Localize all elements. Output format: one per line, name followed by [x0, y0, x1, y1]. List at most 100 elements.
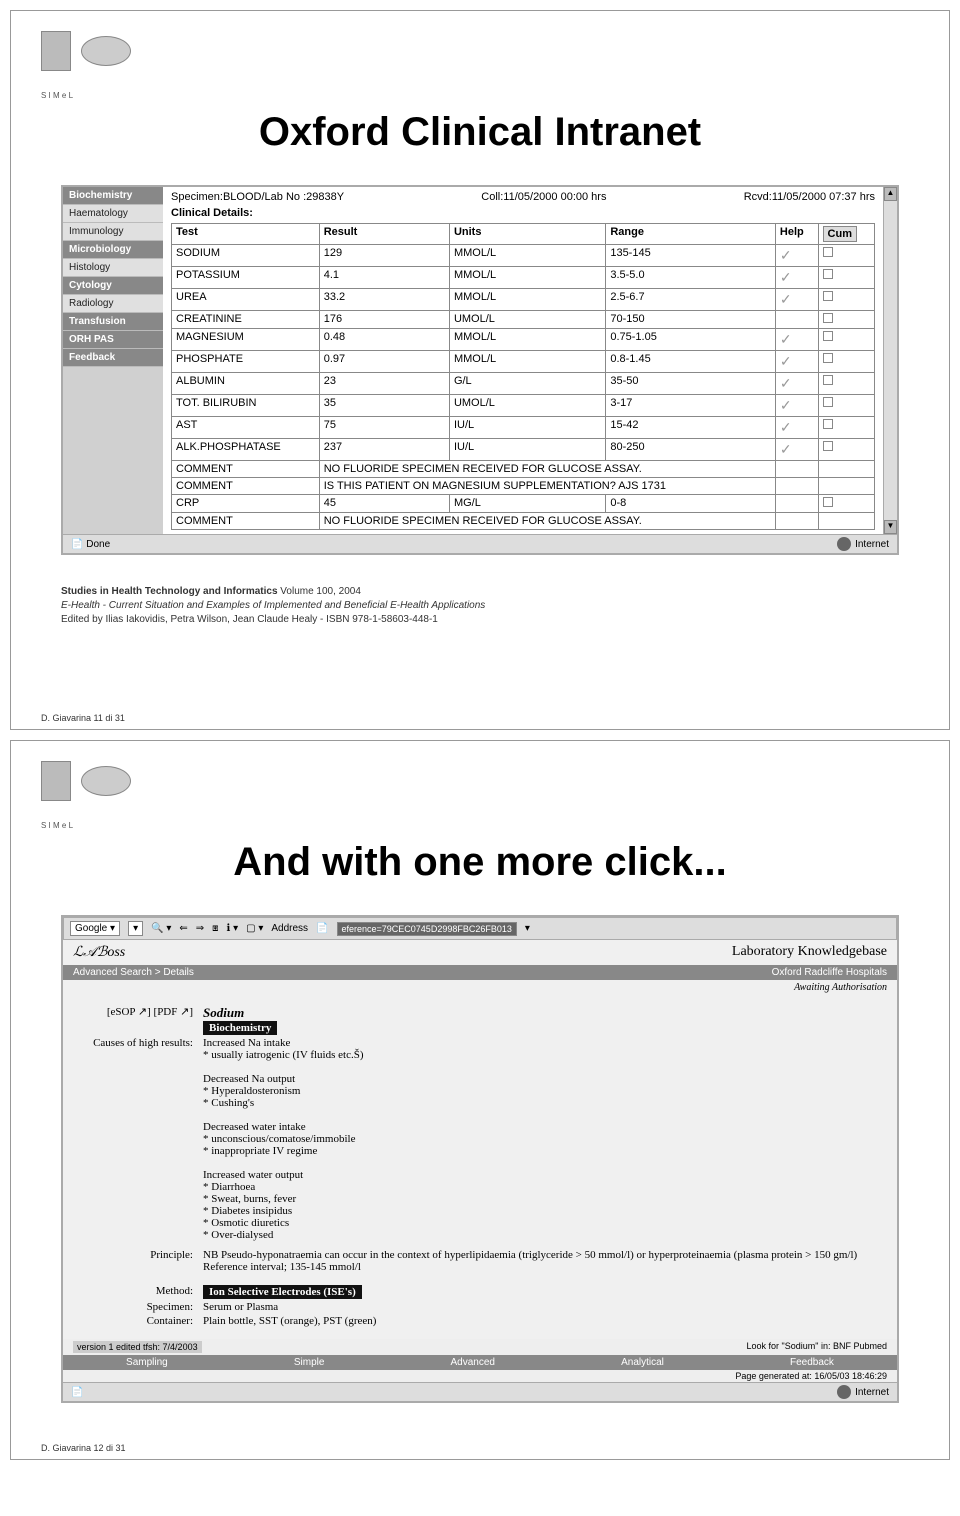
- rcvd-label: Rcvd:11/05/2000 07:37 hrs: [744, 191, 875, 203]
- causes-line: [203, 1109, 867, 1121]
- principle-label: Principle:: [93, 1249, 203, 1273]
- check-icon[interactable]: ✓: [780, 441, 792, 457]
- cell-cum[interactable]: [818, 289, 874, 311]
- cell-units: MMOL/L: [449, 289, 605, 311]
- tab-simple[interactable]: Simple: [294, 1357, 325, 1368]
- cell-help[interactable]: [775, 311, 818, 329]
- cell-cum[interactable]: [818, 495, 874, 513]
- cell-units: UMOL/L: [449, 395, 605, 417]
- cell-result: 33.2: [319, 289, 449, 311]
- check-icon[interactable]: ✓: [780, 269, 792, 285]
- cell-help[interactable]: ✓: [775, 395, 818, 417]
- cell-cum[interactable]: [818, 267, 874, 289]
- cell-help[interactable]: ✓: [775, 373, 818, 395]
- cell-cum[interactable]: [818, 351, 874, 373]
- sidebar-item-feedback[interactable]: Feedback: [63, 349, 163, 367]
- stamp-icon[interactable]: ⧆: [212, 923, 218, 934]
- cell-help[interactable]: ✓: [775, 267, 818, 289]
- cell-cum[interactable]: [818, 373, 874, 395]
- esop-pdf-links[interactable]: [eSOP ↗] [PDF ↗]: [93, 1005, 203, 1035]
- sidebar-item-histology[interactable]: Histology: [63, 259, 163, 277]
- sidebar-item-haematology[interactable]: Haematology: [63, 205, 163, 223]
- cell-help[interactable]: ✓: [775, 329, 818, 351]
- search-icon[interactable]: 🔍 ▾: [151, 923, 171, 934]
- sidebar-item-orh-pas[interactable]: ORH PAS: [63, 331, 163, 349]
- breadcrumb[interactable]: Advanced Search > Details: [73, 967, 194, 978]
- cell-cum[interactable]: [818, 417, 874, 439]
- th-cum: Cum: [818, 224, 874, 245]
- sidebar-item-biochemistry[interactable]: Biochemistry: [63, 187, 163, 205]
- box-icon[interactable]: ▢ ▾: [246, 923, 263, 934]
- checkbox[interactable]: [823, 375, 833, 385]
- check-icon[interactable]: ✓: [780, 291, 792, 307]
- status-left-icon: 📄: [71, 1387, 83, 1398]
- check-icon[interactable]: ✓: [780, 247, 792, 263]
- check-icon[interactable]: ✓: [780, 331, 792, 347]
- cell-result: 45: [319, 495, 449, 513]
- tab-advanced[interactable]: Advanced: [451, 1357, 495, 1368]
- cell-help[interactable]: ✓: [775, 439, 818, 461]
- google-toolbar-select[interactable]: Google ▾: [70, 921, 120, 936]
- check-icon[interactable]: ✓: [780, 397, 792, 413]
- checkbox[interactable]: [823, 291, 833, 301]
- forward-icon[interactable]: ⇒: [196, 923, 204, 934]
- cell-units: UMOL/L: [449, 311, 605, 329]
- checkbox[interactable]: [823, 269, 833, 279]
- sidebar-item-microbiology[interactable]: Microbiology: [63, 241, 163, 259]
- th-result: Result: [319, 224, 449, 245]
- sidebar-item-cytology[interactable]: Cytology: [63, 277, 163, 295]
- scroll-down-icon[interactable]: ▼: [884, 520, 897, 534]
- scroll-up-icon[interactable]: ▲: [884, 187, 897, 201]
- scrollbar[interactable]: ▲ ▼: [883, 187, 897, 534]
- slide-1: S I M e L Oxford Clinical Intranet Bioch…: [10, 10, 950, 730]
- tab-analytical[interactable]: Analytical: [621, 1357, 664, 1368]
- causes-line: Increased water output: [203, 1169, 867, 1181]
- dept-badge: Biochemistry: [203, 1021, 277, 1035]
- toolbar-dropdown[interactable]: ▾: [128, 921, 143, 936]
- kb-title: Laboratory Knowledgebase: [732, 944, 887, 961]
- cell-cum[interactable]: [818, 311, 874, 329]
- specimen-label: Specimen:BLOOD/Lab No :29838Y: [171, 191, 344, 203]
- cell-cum[interactable]: [818, 329, 874, 351]
- cell-cum[interactable]: [818, 245, 874, 267]
- back-icon[interactable]: ⇐: [179, 923, 187, 934]
- info-icon[interactable]: ℹ ▾: [227, 923, 239, 934]
- sidebar-item-immunology[interactable]: Immunology: [63, 223, 163, 241]
- causes-line: * Osmotic diuretics: [203, 1217, 867, 1229]
- tab-sampling[interactable]: Sampling: [126, 1357, 168, 1368]
- globe-logo-icon: [81, 36, 131, 66]
- table-row: CRP45MG/L0-8: [172, 495, 875, 513]
- cell-help[interactable]: ✓: [775, 245, 818, 267]
- th-units: Units: [449, 224, 605, 245]
- causes-line: Decreased water intake: [203, 1121, 867, 1133]
- sidebar: BiochemistryHaematologyImmunologyMicrobi…: [63, 187, 163, 534]
- cell-help[interactable]: [775, 495, 818, 513]
- check-icon[interactable]: ✓: [780, 419, 792, 435]
- cell-help[interactable]: ✓: [775, 289, 818, 311]
- table-row: POTASSIUM4.1MMOL/L3.5-5.0✓: [172, 267, 875, 289]
- cell-help[interactable]: ✓: [775, 351, 818, 373]
- address-dropdown-icon[interactable]: ▾: [525, 923, 530, 934]
- checkbox[interactable]: [823, 331, 833, 341]
- checkbox[interactable]: [823, 247, 833, 257]
- sidebar-item-transfusion[interactable]: Transfusion: [63, 313, 163, 331]
- address-input[interactable]: eference=79CEC0745D2998FBC26FB013: [337, 922, 517, 936]
- causes-line: * Sweat, burns, fever: [203, 1193, 867, 1205]
- checkbox[interactable]: [823, 353, 833, 363]
- checkbox[interactable]: [823, 313, 833, 323]
- cell-cum[interactable]: [818, 395, 874, 417]
- causes-text: Increased Na intake* usually iatrogenic …: [203, 1037, 867, 1241]
- check-icon[interactable]: ✓: [780, 375, 792, 391]
- cell-help[interactable]: ✓: [775, 417, 818, 439]
- checkbox[interactable]: [823, 441, 833, 451]
- checkbox[interactable]: [823, 497, 833, 507]
- cell-test: COMMENT: [172, 461, 320, 478]
- look-for-links[interactable]: Look for "Sodium" in: BNF Pubmed: [747, 1341, 887, 1353]
- checkbox[interactable]: [823, 397, 833, 407]
- cell-cum[interactable]: [818, 439, 874, 461]
- checkbox[interactable]: [823, 419, 833, 429]
- cell-units: MMOL/L: [449, 329, 605, 351]
- check-icon[interactable]: ✓: [780, 353, 792, 369]
- tab-feedback[interactable]: Feedback: [790, 1357, 834, 1368]
- sidebar-item-radiology[interactable]: Radiology: [63, 295, 163, 313]
